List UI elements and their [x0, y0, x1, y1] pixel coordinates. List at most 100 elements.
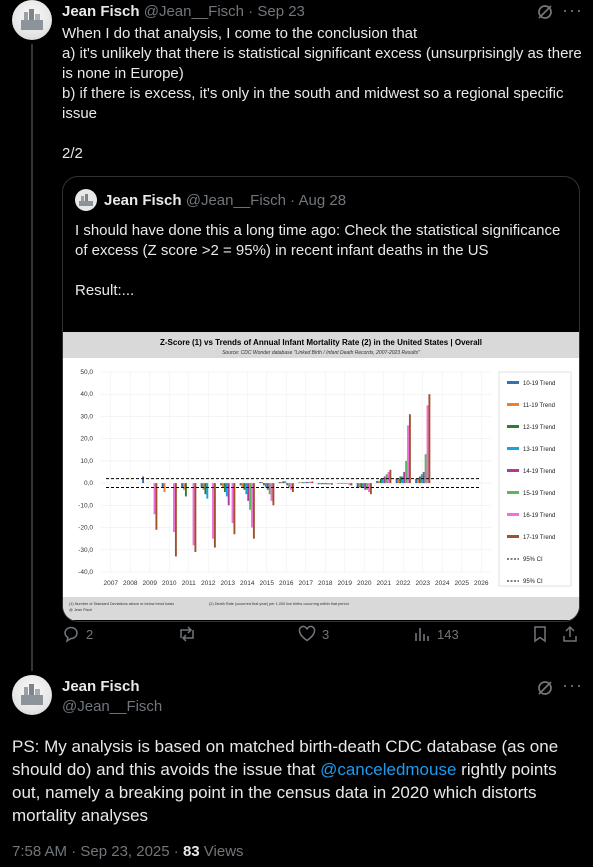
- legend-label: 95% CI: [523, 579, 543, 585]
- bar: [266, 483, 269, 490]
- bar: [327, 483, 330, 485]
- x-tick-label: 2015: [260, 580, 275, 587]
- x-tick-label: 2024: [435, 580, 450, 587]
- tweet-date[interactable]: Sep 23: [257, 3, 305, 20]
- bar: [399, 476, 402, 484]
- x-tick-label: 2009: [143, 580, 158, 587]
- bar: [222, 483, 224, 488]
- avatar[interactable]: [12, 675, 52, 715]
- bar: [426, 405, 429, 484]
- bar: [241, 483, 244, 488]
- x-tick-label: 2023: [416, 580, 431, 587]
- bar: [220, 483, 223, 486]
- bar: [270, 483, 273, 501]
- views-icon: [415, 628, 429, 641]
- bookmark-button[interactable]: [532, 625, 548, 643]
- bar: [395, 478, 398, 484]
- mention-link[interactable]: @canceledmouse: [320, 760, 456, 779]
- bar: [278, 482, 281, 484]
- bar: [200, 483, 203, 488]
- quote-author-name: Jean Fisch: [104, 192, 182, 209]
- bar: [252, 483, 255, 539]
- tweet-header: Jean Fisch @Jean__Fisch · Sep 23: [62, 3, 305, 20]
- legend-swatch: [507, 403, 519, 406]
- bar: [225, 483, 228, 497]
- bar: [307, 481, 310, 484]
- bar: [418, 476, 421, 484]
- bar: [348, 483, 351, 486]
- bar: [311, 481, 314, 484]
- bar: [223, 483, 226, 492]
- bar: [356, 483, 359, 488]
- author-name[interactable]: Jean Fisch: [62, 3, 140, 20]
- bar: [284, 481, 287, 484]
- quote-date: Aug 28: [298, 192, 347, 209]
- bar: [305, 482, 308, 484]
- y-tick-label: 10,0: [80, 458, 93, 465]
- x-tick-label: 2026: [474, 580, 489, 587]
- bar: [233, 483, 236, 535]
- author-name[interactable]: Jean Fisch: [62, 678, 140, 695]
- bar: [288, 483, 291, 488]
- chart-svg: Z-Score (1) vs Trends of Annual Infant M…: [63, 332, 579, 620]
- like-button[interactable]: 3: [298, 625, 329, 643]
- bookmark-icon: [534, 626, 546, 643]
- time-link[interactable]: 7:58 AM · Sep 23, 2025 ·: [12, 843, 183, 860]
- bar: [369, 483, 372, 495]
- bar: [342, 483, 345, 484]
- bar: [194, 483, 197, 552]
- quote-tweet[interactable]: Jean Fisch @Jean__Fisch · Aug 28 I shoul…: [62, 176, 580, 622]
- author-handle[interactable]: @Jean__Fisch: [144, 3, 244, 20]
- x-tick-label: 2022: [396, 580, 411, 587]
- legend-label: 17-19 Trend: [523, 535, 555, 541]
- y-tick-label: 50,0: [80, 369, 93, 376]
- author-handle[interactable]: @Jean__Fisch: [62, 698, 162, 715]
- tweet-text: When I do that analysis, I come to the c…: [62, 25, 582, 162]
- chart-title: Z-Score (1) vs Trends of Annual Infant M…: [160, 338, 482, 347]
- chart-credit: @ Jean Fisch: [69, 608, 92, 612]
- like-count: 3: [322, 626, 330, 642]
- share-button[interactable]: [562, 625, 578, 643]
- bar: [262, 483, 265, 486]
- share-icon: [563, 625, 577, 642]
- y-tick-label: 30,0: [80, 413, 93, 420]
- more-icon[interactable]: ···: [562, 675, 583, 696]
- y-tick-label: -40,0: [78, 569, 93, 576]
- thread-line: [31, 44, 33, 671]
- legend-swatch: [507, 491, 519, 494]
- legend-label: 11-19 Trend: [523, 403, 555, 409]
- bar: [337, 483, 340, 484]
- views-button[interactable]: 143: [413, 625, 459, 643]
- bar: [360, 483, 363, 488]
- bar: [317, 483, 320, 485]
- bar: [245, 483, 248, 495]
- retweet-button[interactable]: [177, 625, 203, 643]
- bar: [181, 483, 184, 488]
- bar: [142, 476, 145, 484]
- bar: [249, 483, 252, 510]
- bar: [282, 481, 285, 484]
- avatar[interactable]: [12, 0, 52, 40]
- grok-icon[interactable]: [536, 679, 554, 701]
- bar: [268, 483, 271, 495]
- bar: [212, 483, 214, 539]
- retweet-icon: [180, 626, 194, 642]
- bar: [415, 478, 418, 484]
- reply-button[interactable]: 2: [62, 625, 93, 643]
- bar: [358, 483, 361, 488]
- bar: [350, 483, 353, 486]
- grok-icon[interactable]: [536, 3, 554, 25]
- legend-label: 13-19 Trend: [523, 447, 555, 453]
- bar: [264, 483, 267, 488]
- reply-icon: [64, 626, 78, 643]
- x-tick-label: 2014: [240, 580, 255, 587]
- bar: [329, 483, 331, 485]
- bar: [301, 482, 304, 484]
- more-icon[interactable]: ···: [562, 0, 583, 21]
- bar: [378, 480, 380, 484]
- bar: [362, 483, 365, 488]
- bar: [300, 482, 302, 484]
- bar: [417, 478, 419, 484]
- bar: [379, 478, 382, 484]
- bar: [405, 460, 408, 484]
